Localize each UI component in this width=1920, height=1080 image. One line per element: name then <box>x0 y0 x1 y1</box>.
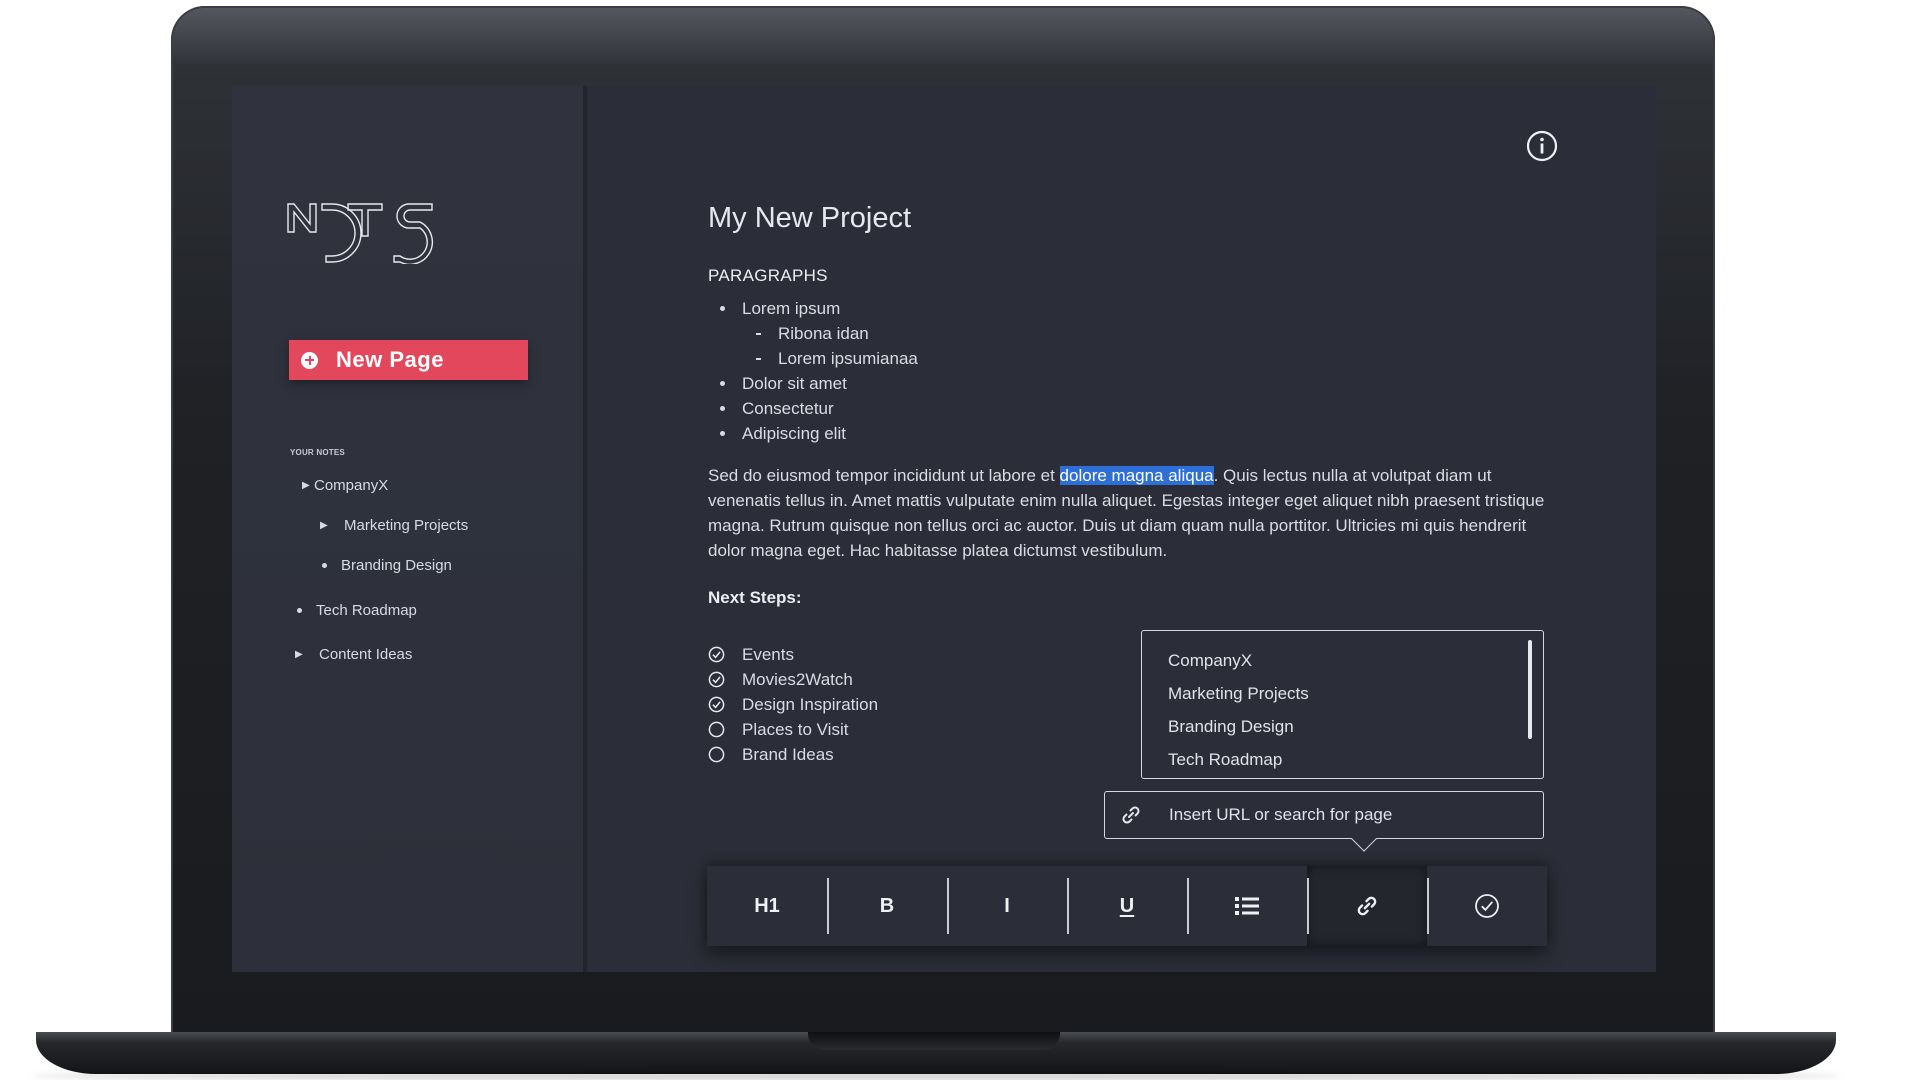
list-item: Ribona idan <box>708 321 918 346</box>
link-icon <box>1122 806 1140 824</box>
sidebar-item-label: Marketing Projects <box>344 517 469 534</box>
sidebar-item-label: Branding Design <box>341 557 452 574</box>
suggestions-scrollbar[interactable] <box>1528 640 1532 739</box>
link-url-field[interactable] <box>1104 791 1544 839</box>
suggestion-item-tech-roadmap[interactable]: Tech Roadmap <box>1168 750 1282 770</box>
bullet-list[interactable]: Lorem ipsum Ribona idan Lorem ipsumianaa… <box>708 296 918 446</box>
suggestion-item-marketing-projects[interactable]: Marketing Projects <box>1168 684 1309 704</box>
section-heading: PARAGRAPHS <box>708 266 828 285</box>
next-steps-heading: Next Steps: <box>708 588 802 607</box>
checklist-label: Brand Ideas <box>742 744 834 764</box>
checklist: Events Movies2Watch Design Inspiration P… <box>708 642 878 767</box>
checked-circle-icon[interactable] <box>708 696 725 713</box>
formatting-toolbar: H1 B I U <box>707 866 1547 946</box>
bullet-dot-icon <box>297 608 302 613</box>
sidebar-item-label: Tech Roadmap <box>316 602 417 619</box>
list-item: Lorem ipsum <box>708 296 918 321</box>
sidebar-item-branding-design[interactable]: Branding Design <box>320 557 452 574</box>
italic-label: I <box>1004 894 1010 917</box>
sidebar-item-content-ideas[interactable]: ▶ Content Ideas <box>295 646 412 663</box>
checked-circle-icon[interactable] <box>708 646 725 663</box>
laptop-notch <box>808 1032 1060 1050</box>
new-page-button[interactable]: New Page <box>289 340 528 380</box>
suggestion-item-branding-design[interactable]: Branding Design <box>1168 717 1294 737</box>
caret-right-icon: ▶ <box>302 480 310 491</box>
checklist-item[interactable]: Brand Ideas <box>708 742 878 767</box>
checklist-label: Places to Visit <box>742 719 849 739</box>
bullet-dot-icon <box>322 563 327 568</box>
underline-button[interactable]: U <box>1067 866 1187 946</box>
suggestion-item-companyx[interactable]: CompanyX <box>1168 651 1252 671</box>
list-item: Adipiscing elit <box>708 421 918 446</box>
sidebar-item-label: CompanyX <box>314 477 389 494</box>
unchecked-circle-icon[interactable] <box>708 721 725 738</box>
page-suggestions-list: CompanyX Marketing Projects Branding Des… <box>1141 630 1544 779</box>
new-page-label: New Page <box>336 347 444 372</box>
bold-label: B <box>879 894 895 917</box>
checked-circle-icon[interactable] <box>708 671 725 688</box>
link-button[interactable] <box>1307 866 1427 946</box>
selected-text: dolore magna aliqua <box>1059 466 1214 485</box>
checklist-item[interactable]: Design Inspiration <box>708 692 878 717</box>
sidebar-item-companyx[interactable]: ▶ CompanyX <box>302 477 388 494</box>
unchecked-circle-icon[interactable] <box>708 746 725 763</box>
sidebar-item-label: Content Ideas <box>319 646 413 663</box>
link-icon <box>1357 896 1377 916</box>
body-paragraph[interactable]: Sed do eiusmod tempor incididunt ut labo… <box>708 463 1548 563</box>
caret-right-icon: ▶ <box>320 520 328 531</box>
plus-circle-icon <box>301 351 318 369</box>
checklist-label: Events <box>742 644 794 664</box>
check-circle-icon <box>1475 894 1499 918</box>
caret-right-icon: ▶ <box>295 649 303 660</box>
heading-1-button[interactable]: H1 <box>707 866 827 946</box>
list-item: Lorem ipsumianaa <box>708 346 918 371</box>
app-logo <box>287 203 434 264</box>
link-url-input[interactable] <box>1169 805 1529 825</box>
checklist-item[interactable]: Events <box>708 642 878 667</box>
laptop-shadow <box>30 1072 1842 1080</box>
italic-button[interactable]: I <box>947 866 1067 946</box>
sidebar-item-tech-roadmap[interactable]: Tech Roadmap <box>295 602 417 619</box>
checklist-label: Design Inspiration <box>742 694 879 714</box>
bulleted-list-button[interactable] <box>1187 866 1307 946</box>
info-icon[interactable] <box>1526 130 1558 162</box>
list-item: Consectetur <box>708 396 918 421</box>
page-title[interactable]: My New Project <box>708 202 911 235</box>
checklist-label: Movies2Watch <box>742 669 853 689</box>
list-item: Dolor sit amet <box>708 371 918 396</box>
checklist-item[interactable]: Places to Visit <box>708 717 878 742</box>
list-icon <box>1235 897 1259 915</box>
checklist-item[interactable]: Movies2Watch <box>708 667 878 692</box>
sidebar-item-marketing-projects[interactable]: ▶ Marketing Projects <box>320 517 468 534</box>
checklist-button[interactable] <box>1427 866 1547 946</box>
bold-button[interactable]: B <box>827 866 947 946</box>
heading-1-label: H1 <box>754 894 780 917</box>
underline-label: U <box>1119 894 1135 917</box>
your-notes-heading: YOUR NOTES <box>290 448 345 457</box>
paragraph-text: Sed do eiusmod tempor incididunt ut labo… <box>708 466 1060 485</box>
